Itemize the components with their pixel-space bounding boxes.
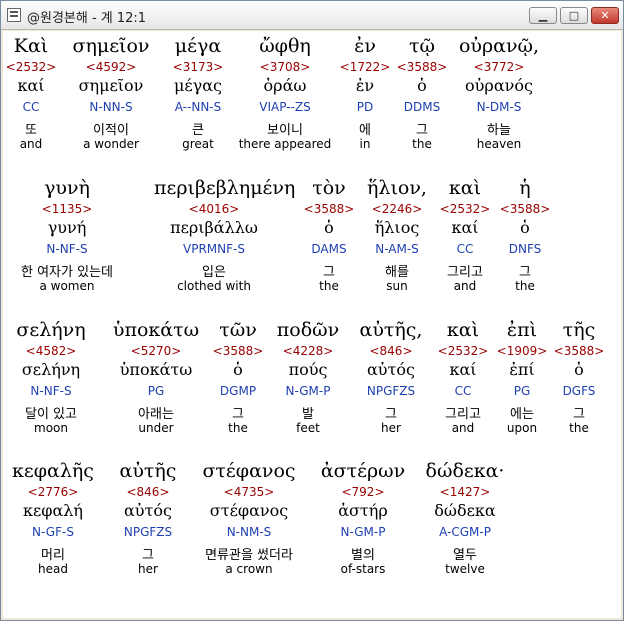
parsing-code[interactable]: DGFS <box>519 384 624 398</box>
strongs-number[interactable]: <3772> <box>439 60 559 74</box>
greek-word: τῆς <box>562 319 596 341</box>
close-button[interactable]: ✕ <box>591 7 619 24</box>
parsing-code[interactable]: VPRMNF-S <box>154 242 274 256</box>
verse-line: κεφαλῆς <2776> κεφαλή N-GF-S 머리 head αὐτ… <box>3 460 621 585</box>
lemma: σελήνη <box>21 360 81 379</box>
lemma: ὁ <box>574 360 584 379</box>
window-title: @원경본해 - 계 12:1 <box>27 11 147 26</box>
parsing-code[interactable]: N-NF-S <box>0 384 111 398</box>
lemma: στέφανος <box>209 501 289 520</box>
parsing-code[interactable]: N-NF-S <box>7 242 127 256</box>
greek-word: οὐρανῷ, <box>458 35 540 57</box>
english-gloss: the <box>569 421 589 435</box>
english-gloss: twelve <box>445 562 485 576</box>
korean-gloss: 그 <box>573 407 585 422</box>
verse-line: σελήνη <4582> σελήνη N-NF-S 달이 있고 moon ὑ… <box>3 319 621 444</box>
parsing-code[interactable]: A-CGM-P <box>405 525 525 539</box>
lemma: περιβάλλω <box>170 218 258 237</box>
parsing-code[interactable]: DNFS <box>465 242 585 256</box>
english-gloss: heaven <box>476 137 522 151</box>
greek-word: σελήνη <box>16 319 86 341</box>
lemma: δώδεκα <box>434 501 496 520</box>
korean-gloss: 달이 있고 <box>25 407 77 422</box>
strongs-number[interactable]: <4016> <box>154 202 274 216</box>
verse-line: γυνὴ <1135> γυνή N-NF-S 한 여자가 있는데 a wome… <box>3 177 621 302</box>
greek-word: περιβεβλημένη <box>154 177 296 199</box>
title-bar[interactable]: @원경본해 - 계 12:1 ▁ □ ✕ <box>1 1 623 30</box>
english-gloss: a crown <box>225 562 273 576</box>
strongs-number[interactable]: <1135> <box>7 202 127 216</box>
strongs-number[interactable]: <4582> <box>0 344 111 358</box>
minimize-button[interactable]: ▁ <box>529 7 557 24</box>
korean-gloss: 한 여자가 있는데 <box>21 265 113 280</box>
strongs-number[interactable]: <3588> <box>519 344 624 358</box>
korean-gloss: 그 <box>519 265 531 280</box>
parsing-code[interactable]: N-DM-S <box>439 100 559 114</box>
english-gloss: clothed with <box>177 279 251 293</box>
korean-gloss: 면류관을 썼더라 <box>205 548 293 563</box>
interlinear-content[interactable]: Καὶ <2532> καί CC 또 and σημεῖον <4592> σ… <box>3 31 621 618</box>
greek-word: στέφανος <box>202 460 296 482</box>
lemma: οὐρανός <box>465 76 533 95</box>
parsing-code[interactable]: N-NM-S <box>189 525 309 539</box>
greek-word: ἡ <box>519 177 531 199</box>
korean-gloss: 입은 <box>202 265 226 280</box>
strongs-number[interactable]: <1427> <box>405 485 525 499</box>
greek-word: δώδεκα· <box>425 460 505 482</box>
document-icon <box>7 8 21 22</box>
english-gloss: the <box>515 279 535 293</box>
english-gloss: a women <box>39 279 95 293</box>
verse-line: Καὶ <2532> καί CC 또 and σημεῖον <4592> σ… <box>3 35 621 160</box>
strongs-number[interactable]: <3588> <box>465 202 585 216</box>
lemma: ὁ <box>520 218 530 237</box>
strongs-number[interactable]: <4735> <box>189 485 309 499</box>
english-gloss: moon <box>34 421 68 435</box>
greek-word: γυνὴ <box>44 177 90 199</box>
maximize-button[interactable]: □ <box>560 7 588 24</box>
korean-gloss: 열두 <box>453 548 477 563</box>
bible-interlinear-window: @원경본해 - 계 12:1 ▁ □ ✕ Καὶ <2532> καί CC 또… <box>0 0 624 621</box>
lemma: γυνή <box>47 218 87 237</box>
korean-gloss: 하늘 <box>487 123 511 138</box>
